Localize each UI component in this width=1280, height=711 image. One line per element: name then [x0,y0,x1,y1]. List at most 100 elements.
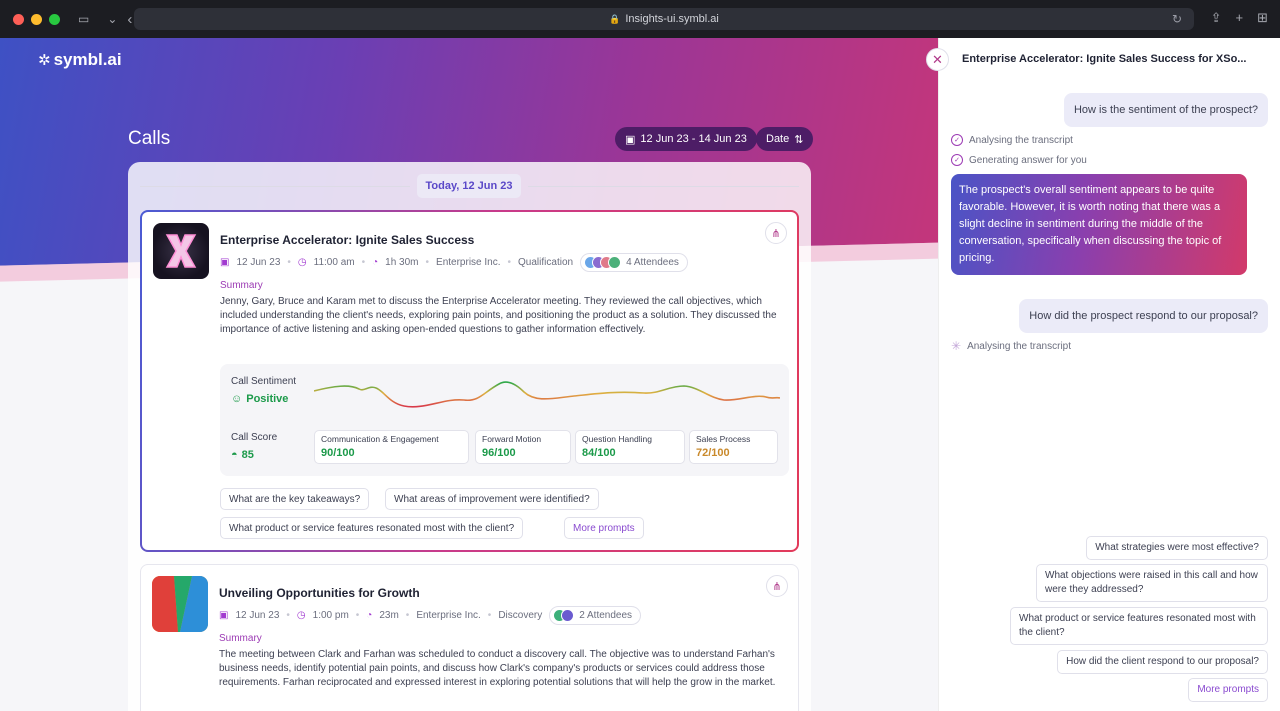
close-window-button[interactable] [13,13,24,25]
avatar [608,256,622,269]
smile-icon: ☺ [231,393,243,405]
score-metric-value: 90/100 [321,447,355,459]
attendees-count: 2 Attendees [579,610,633,621]
address-bar[interactable]: 🔒 Insights-ui.symbl.ai ↻ [134,8,1194,30]
more-prompts-button[interactable]: More prompts [564,517,644,539]
status-text: Analysing the transcript [967,340,1072,352]
call-meta: ▣ 12 Jun 23 • ◷ 11:00 am • ◔ 1h 30m • Enter… [220,253,688,272]
suggested-prompt[interactable]: How did the client respond to our propos… [1057,650,1268,674]
prompt-chip[interactable]: What areas of improvement were identifie… [385,488,599,510]
date-range-filter[interactable]: ▣ 12 Jun 23 - 14 Jun 23 [615,127,757,151]
score-metric-value: 84/100 [582,447,616,459]
browser-toolbar: ▭ ⌄ ‹ 🔒 Insights-ui.symbl.ai ↻ ⇪ + ⊞ [0,0,1280,38]
suggested-prompt[interactable]: What objections were raised in this call… [1036,564,1268,602]
tab-overview-icon[interactable]: ⊞ [1257,10,1268,26]
more-prompts-button[interactable]: More prompts [1188,678,1268,702]
user-question: How is the sentiment of the prospect? [1063,93,1268,127]
score-communication[interactable]: Communication & Engagement 90/100 [314,430,469,464]
call-card[interactable]: Enterprise Accelerator: Ignite Sales Suc… [140,210,799,552]
call-thumbnail [153,223,209,279]
close-chat-button[interactable]: ✕ [926,48,949,71]
gauge-icon: ◓ [231,449,238,461]
share-button[interactable]: ⋔ [765,222,787,244]
score-metric-value: 96/100 [482,447,516,459]
sentiment-text: Positive [246,393,289,405]
clock-icon: ◷ [297,257,307,268]
divider [140,186,410,187]
attendees-chip[interactable]: 2 Attendees [549,606,642,625]
page-title: Calls [128,128,171,149]
logo[interactable]: ✲ symbl.ai [38,50,122,70]
assistant-answer: The prospect's overall sentiment appears… [951,174,1247,275]
call-time: 11:00 am [313,257,355,268]
duration-icon: ◔ [366,610,373,621]
suggested-prompt[interactable]: What product or service features resonat… [1010,607,1268,645]
call-duration: 23m [379,610,399,621]
calls-list: Today, 12 Jun 23 Enterprise Accelerator:… [128,162,811,711]
day-header: Today, 12 Jun 23 [417,174,521,198]
status-line: ✳ Analysing the transcript [951,339,1071,353]
calendar-icon: ▣ [220,257,230,268]
score-forward-motion[interactable]: Forward Motion 96/100 [475,430,571,464]
share-icon: ⋔ [772,580,782,593]
suggested-prompt[interactable]: What strategies were most effective? [1086,536,1268,560]
score-value: ◓ 85 [231,449,254,461]
user-question: How did the prospect respond to our prop… [1019,299,1268,333]
summary-label: Summary [220,280,263,291]
divider [528,186,799,187]
call-date: 12 Jun 23 [235,610,280,621]
score-sales-process[interactable]: Sales Process 72/100 [689,430,778,464]
score-question-handling[interactable]: Question Handling 84/100 [575,430,685,464]
call-title[interactable]: Enterprise Accelerator: Ignite Sales Suc… [220,233,474,247]
score-number: 85 [241,449,254,461]
score-metric-label: Forward Motion [482,434,542,444]
call-duration: 1h 30m [385,257,419,268]
share-button[interactable]: ⋔ [766,575,788,597]
check-icon: ✓ [951,154,963,166]
sentiment-label: Call Sentiment [231,376,297,387]
close-icon: ✕ [932,51,943,67]
sidebar-toggle-icon[interactable]: ▭ [78,12,89,26]
attendees-chip[interactable]: 4 Attendees [580,253,688,272]
calendar-icon: ▣ [219,610,229,621]
calendar-icon: ▣ [625,133,636,146]
chevron-down-icon[interactable]: ⌄ [107,12,117,26]
call-meta: ▣ 12 Jun 23 • ◷ 1:00 pm • ◔ 23m • Enterpris… [219,606,642,625]
avatar [561,609,575,622]
call-card[interactable]: Unveiling Opportunities for Growth ▣ 12 J… [140,564,799,711]
summary-text: Jenny, Gary, Bruce and Karam met to disc… [220,296,777,336]
clock-icon: ◷ [296,610,306,621]
chat-title: Enterprise Accelerator: Ignite Sales Suc… [962,53,1247,65]
status-line: ✓ Analysing the transcript [951,134,1073,146]
sort-icon: ⇅ [794,133,804,146]
status-line: ✓ Generating answer for you [951,154,1087,166]
symbl-logo-icon: ✲ [38,52,51,69]
reload-icon[interactable]: ↻ [1172,12,1182,26]
score-metric-label: Communication & Engagement [321,434,439,444]
status-text: Generating answer for you [969,154,1087,166]
loading-spinner-icon: ✳ [951,339,962,353]
prompt-chip[interactable]: What are the key takeaways? [220,488,370,510]
call-title[interactable]: Unveiling Opportunities for Growth [219,586,420,600]
prompt-chip[interactable]: What product or service features resonat… [220,517,524,539]
call-metrics: Call Sentiment ☺ Positive Call Score ◓ 8… [220,364,789,476]
call-company: Enterprise Inc. [436,257,501,268]
back-icon[interactable]: ‹ [127,11,132,28]
new-tab-icon[interactable]: + [1236,10,1244,26]
main-area: ✲ symbl.ai Calls ▣ 12 Jun 23 - 14 Jun 23… [0,38,938,711]
chat-panel: Enterprise Accelerator: Ignite Sales Suc… [938,38,1280,711]
score-metric-label: Question Handling [582,434,652,444]
sentiment-sparkline [314,381,780,408]
sort-button[interactable]: Date ⇅ [756,127,814,151]
minimize-window-button[interactable] [31,13,42,25]
call-stage: Qualification [518,257,574,268]
sentiment-value: ☺ Positive [231,393,288,405]
share-icon: ⋔ [771,227,781,240]
share-icon[interactable]: ⇪ [1211,10,1222,26]
score-metric-value: 72/100 [696,447,730,459]
maximize-window-button[interactable] [49,13,60,25]
call-thumbnail [152,576,208,632]
status-text: Analysing the transcript [969,134,1073,146]
attendees-count: 4 Attendees [626,257,679,268]
sort-label: Date [766,133,790,145]
